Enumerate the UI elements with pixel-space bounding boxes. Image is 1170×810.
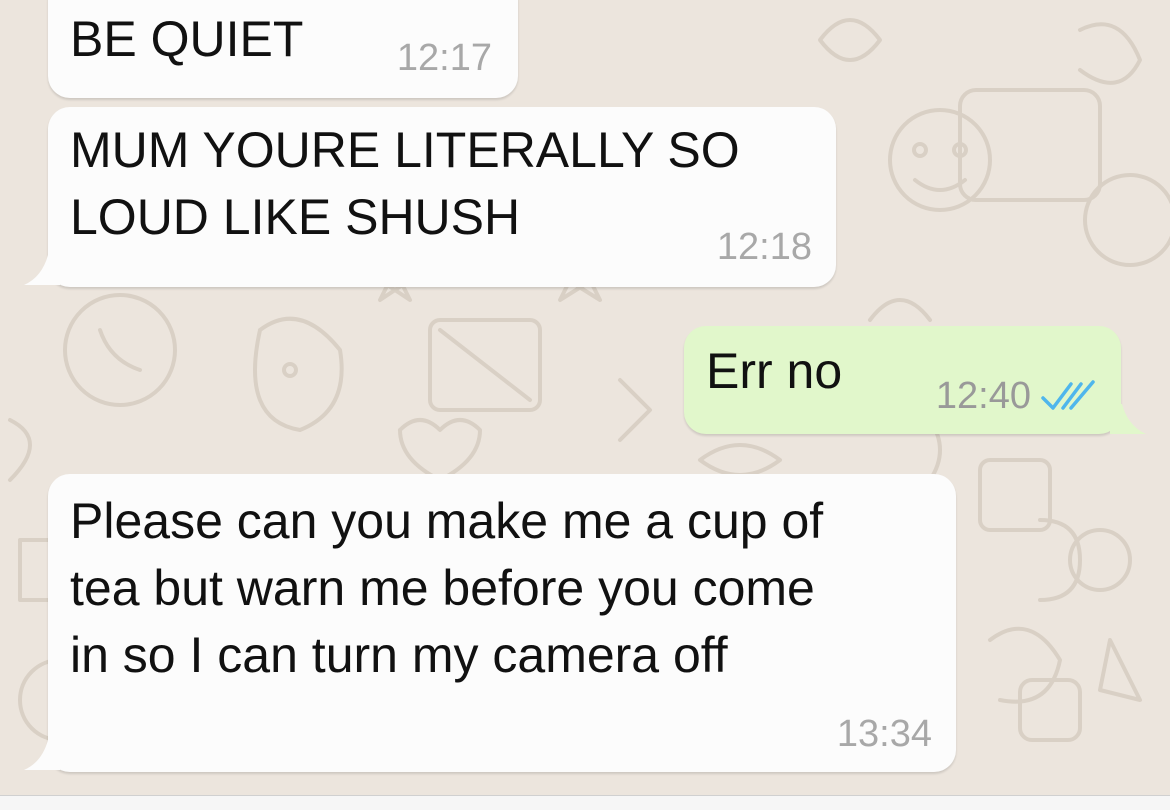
bubble-tail — [1110, 404, 1146, 434]
bubble-tail — [24, 740, 60, 770]
input-bar-edge — [0, 795, 1170, 810]
double-check-read-icon — [1041, 380, 1095, 410]
message-bubble-incoming[interactable]: BE QUIET 12:17 — [48, 0, 518, 98]
message-text: BE QUIET — [70, 11, 304, 67]
message-timestamp: 12:17 — [396, 37, 492, 79]
message-bubble-incoming[interactable]: Please can you make me a cup of tea but … — [48, 474, 956, 772]
message-bubble-incoming[interactable]: MUM YOURE LITERALLY SO LOUD LIKE SHUSH 1… — [48, 107, 836, 287]
message-text: MUM YOURE LITERALLY SO LOUD LIKE SHUSH — [70, 122, 740, 245]
bubble-tail — [24, 255, 60, 285]
message-timestamp: 13:34 — [836, 713, 932, 755]
message-text: Please can you make me a cup of tea but … — [70, 493, 824, 683]
message-timestamp: 12:40 — [935, 375, 1031, 417]
message-text: Err no — [706, 343, 843, 399]
message-bubble-outgoing[interactable]: Err no 12:40 — [684, 326, 1121, 434]
message-timestamp: 12:18 — [716, 226, 812, 268]
